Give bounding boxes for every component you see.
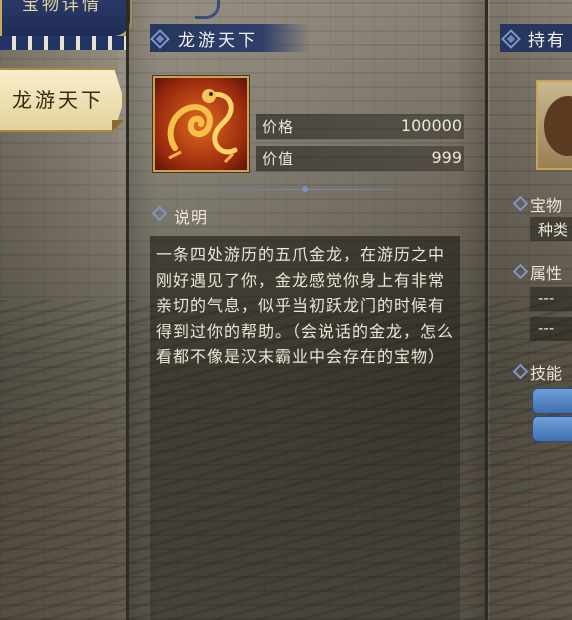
banner-title: 宝物详情 bbox=[22, 0, 102, 15]
top-banner: 宝物详情 bbox=[0, 0, 132, 38]
price-row: 价格 100000 bbox=[256, 114, 464, 140]
avatar bbox=[544, 96, 572, 156]
description-heading: 说明 bbox=[174, 208, 209, 227]
attr-box-2: --- bbox=[530, 317, 572, 341]
skill-heading: 技能 bbox=[530, 364, 563, 383]
banner-fringe bbox=[0, 36, 128, 50]
attr-heading: 属性 bbox=[530, 264, 563, 283]
type-heading: 宝物 bbox=[530, 196, 563, 215]
price-value: 100000 bbox=[400, 116, 462, 135]
type-box: 种类 bbox=[530, 217, 572, 241]
holder-title: 持有 bbox=[528, 31, 566, 51]
worth-row: 价值 999 bbox=[256, 146, 464, 172]
attr-value-1: --- bbox=[538, 289, 555, 307]
skill-button-2[interactable] bbox=[532, 416, 572, 442]
attr-value-2: --- bbox=[538, 319, 555, 337]
description-text: 一条四处游历的五爪金龙，在游历之中刚好遇见了你，金龙感觉你身上有非常亲切的气息，… bbox=[156, 245, 455, 366]
worth-label: 价值 bbox=[262, 150, 295, 168]
holder-portrait[interactable] bbox=[536, 80, 572, 170]
worth-value: 999 bbox=[431, 148, 462, 167]
item-title: 龙游天下 bbox=[178, 31, 258, 51]
skill-button-1[interactable] bbox=[532, 388, 572, 414]
price-label: 价格 bbox=[262, 118, 295, 136]
attr-box-1: --- bbox=[530, 287, 572, 311]
golden-dragon-icon bbox=[153, 76, 249, 172]
type-value: 种类 bbox=[538, 221, 569, 239]
treasure-tab-label[interactable]: 龙游天下 bbox=[12, 84, 104, 113]
divider bbox=[150, 189, 466, 190]
divider-dot bbox=[302, 186, 308, 192]
